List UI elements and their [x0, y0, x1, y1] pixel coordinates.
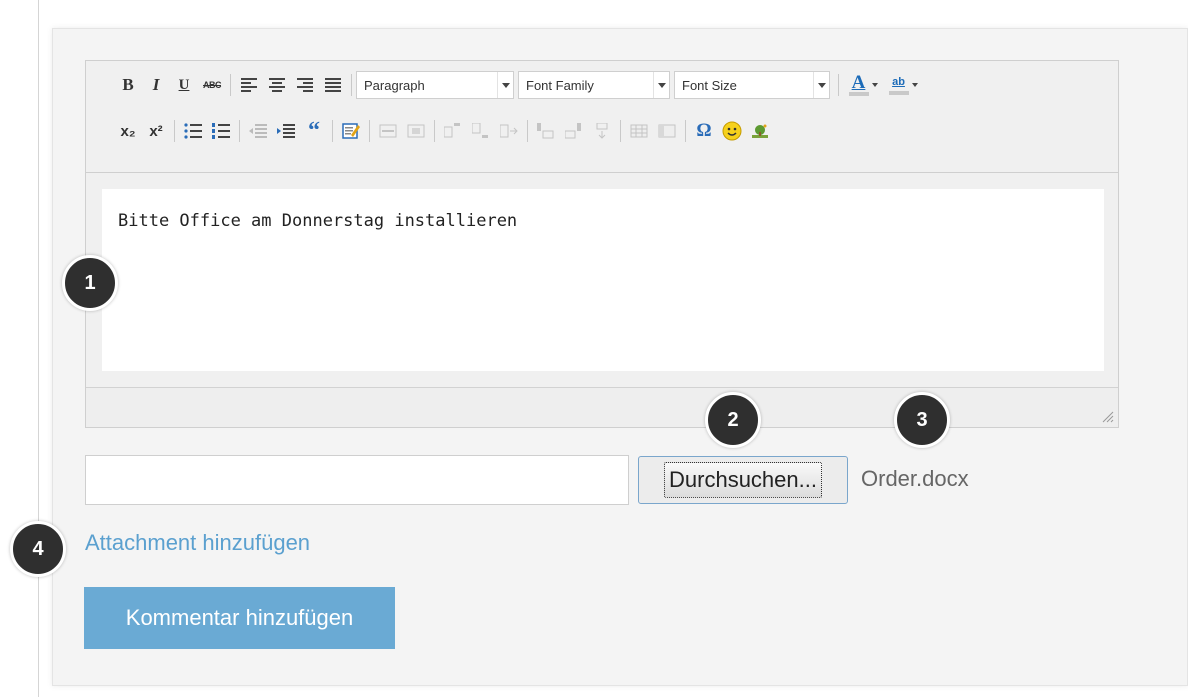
- resize-grip-icon[interactable]: [1100, 409, 1114, 423]
- insert-image-icon[interactable]: [746, 118, 774, 144]
- chevron-down-icon: [497, 72, 513, 98]
- edit-html-icon[interactable]: [337, 118, 365, 144]
- insert-row-after-icon[interactable]: [467, 118, 495, 144]
- special-character-button[interactable]: Ω: [690, 118, 718, 144]
- insert-table-icon[interactable]: [625, 118, 653, 144]
- editor-content-area[interactable]: Bitte Office am Donnerstag installieren: [102, 189, 1104, 371]
- highlight-color-button[interactable]: ab: [883, 72, 923, 98]
- paragraph-select-value: Paragraph: [364, 77, 425, 93]
- highlight-color-bar: [888, 91, 909, 95]
- strikethrough-button[interactable]: ABC: [198, 72, 226, 98]
- editor-text: Bitte Office am Donnerstag installieren: [118, 211, 518, 231]
- toolbar-row-2: x₂ x² “ Ω: [114, 117, 774, 145]
- bold-button[interactable]: B: [114, 72, 142, 98]
- align-justify-icon[interactable]: [319, 72, 347, 98]
- paragraph-select[interactable]: Paragraph: [356, 71, 514, 99]
- font-size-select-value: Font Size: [682, 77, 737, 93]
- callout-marker-1: 1: [62, 255, 118, 311]
- toolbar-separator: [434, 120, 435, 142]
- blockquote-icon: “: [308, 118, 320, 144]
- editor-statusbar: [86, 387, 1118, 427]
- callout-marker-4: 4: [10, 521, 66, 577]
- insert-column-before-icon[interactable]: [532, 118, 560, 144]
- highlight-icon: ab: [892, 76, 905, 88]
- indent-icon[interactable]: [272, 118, 300, 144]
- blockquote-button[interactable]: “: [300, 118, 328, 144]
- font-size-select[interactable]: Font Size: [674, 71, 830, 99]
- delete-row-icon[interactable]: [495, 118, 523, 144]
- callout-marker-2: 2: [705, 392, 761, 448]
- emoticon-button[interactable]: [718, 118, 746, 144]
- toolbar-separator: [332, 120, 333, 142]
- numbered-list-icon[interactable]: [207, 118, 235, 144]
- toolbar-separator: [351, 74, 352, 96]
- browse-button-label: Durchsuchen...: [664, 462, 822, 498]
- add-comment-button[interactable]: Kommentar hinzufügen: [84, 587, 395, 649]
- insert-row-before-icon[interactable]: [439, 118, 467, 144]
- toolbar-separator: [174, 120, 175, 142]
- toolbar-separator: [620, 120, 621, 142]
- browse-button[interactable]: Durchsuchen...: [638, 456, 848, 504]
- delete-column-icon[interactable]: [588, 118, 616, 144]
- align-center-icon[interactable]: [263, 72, 291, 98]
- smiley-icon: [722, 121, 742, 141]
- subscript-icon: x₂: [120, 122, 136, 140]
- italic-button[interactable]: I: [142, 72, 170, 98]
- toolbar-separator: [239, 120, 240, 142]
- selected-file-name: Order.docx: [861, 466, 969, 491]
- table-properties-icon[interactable]: [653, 118, 681, 144]
- file-path-input[interactable]: [85, 455, 629, 505]
- align-right-icon[interactable]: [291, 72, 319, 98]
- text-color-bar: [848, 92, 869, 96]
- insert-column-after-icon[interactable]: [560, 118, 588, 144]
- underline-button[interactable]: U: [170, 72, 198, 98]
- add-attachment-link[interactable]: Attachment hinzufügen: [85, 530, 310, 556]
- chevron-down-icon: [813, 72, 829, 98]
- superscript-icon: x²: [149, 122, 163, 140]
- omega-icon: Ω: [696, 120, 712, 141]
- text-color-icon: A: [851, 72, 866, 93]
- editor-toolbar: B I U ABC Paragraph Font Family Font Siz…: [86, 61, 1118, 173]
- font-family-select[interactable]: Font Family: [518, 71, 670, 99]
- text-color-button[interactable]: A: [843, 72, 883, 98]
- chevron-down-icon: [653, 72, 669, 98]
- toolbar-separator: [527, 120, 528, 142]
- callout-marker-3: 3: [894, 392, 950, 448]
- toolbar-separator: [369, 120, 370, 142]
- font-family-select-value: Font Family: [526, 77, 594, 93]
- page-divider: [38, 0, 39, 697]
- bullet-list-icon[interactable]: [179, 118, 207, 144]
- outdent-icon[interactable]: [244, 118, 272, 144]
- toolbar-separator: [838, 74, 839, 96]
- toolbar-separator: [685, 120, 686, 142]
- rich-text-editor: B I U ABC Paragraph Font Family Font Siz…: [85, 60, 1119, 428]
- page-break-icon[interactable]: [402, 118, 430, 144]
- toolbar-row-1: B I U ABC Paragraph Font Family Font Siz…: [114, 71, 923, 99]
- toolbar-separator: [230, 74, 231, 96]
- subscript-button[interactable]: x₂: [114, 118, 142, 144]
- horizontal-rule-icon[interactable]: [374, 118, 402, 144]
- align-left-icon[interactable]: [235, 72, 263, 98]
- chevron-down-icon: [871, 83, 878, 87]
- superscript-button[interactable]: x²: [142, 118, 170, 144]
- chevron-down-icon: [911, 83, 918, 87]
